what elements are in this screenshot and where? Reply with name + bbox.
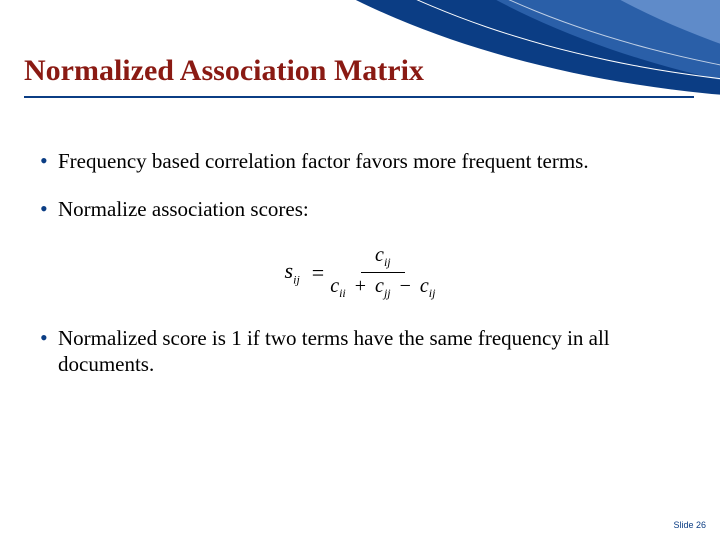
slide: Normalized Association Matrix • Frequenc…: [0, 0, 720, 540]
fraction-numerator: cij: [361, 244, 405, 273]
content-area: • Frequency based correlation factor fav…: [40, 148, 680, 399]
formula-var: c: [375, 244, 384, 266]
formula-block: sij = cij cii + cjj − cij: [40, 244, 680, 301]
bullet-icon: •: [40, 196, 58, 222]
fraction-denominator: cii + cjj − cij: [330, 273, 435, 301]
formula-sub: jj: [384, 286, 391, 300]
formula-lhs: sij: [285, 258, 300, 287]
formula-sub: ij: [384, 255, 391, 269]
formula-sub: ij: [429, 286, 436, 300]
formula-sub: ij: [293, 272, 300, 286]
bullet-item: • Normalize association scores:: [40, 196, 680, 222]
bullet-item: • Frequency based correlation factor fav…: [40, 148, 680, 174]
formula-var: c: [375, 275, 384, 297]
formula-var: c: [420, 275, 429, 297]
formula: sij = cij cii + cjj − cij: [285, 244, 436, 301]
minus-sign: −: [396, 275, 415, 297]
formula-sub: ii: [339, 286, 346, 300]
bullet-text: Frequency based correlation factor favor…: [58, 148, 680, 174]
equals-sign: =: [312, 260, 324, 286]
bullet-icon: •: [40, 148, 58, 174]
formula-var: s: [285, 258, 294, 283]
slide-title: Normalized Association Matrix: [24, 54, 424, 88]
bullet-item: • Normalized score is 1 if two terms hav…: [40, 325, 680, 377]
bullet-text: Normalize association scores:: [58, 196, 680, 222]
title-underline: [24, 96, 694, 98]
formula-fraction: cij cii + cjj − cij: [330, 244, 435, 301]
formula-var: c: [330, 275, 339, 297]
bullet-icon: •: [40, 325, 58, 351]
slide-number: Slide 26: [673, 520, 706, 530]
bullet-text: Normalized score is 1 if two terms have …: [58, 325, 680, 377]
plus-sign: +: [351, 275, 370, 297]
